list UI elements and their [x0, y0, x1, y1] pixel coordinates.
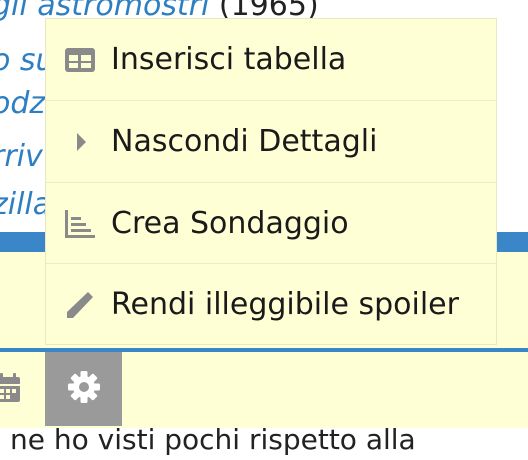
post-link[interactable]: zilla: [0, 187, 51, 222]
gear-button[interactable]: [45, 352, 122, 426]
menu-item-label: Nascondi Dettagli: [111, 124, 378, 159]
menu-item-create-poll[interactable]: Crea Sondaggio: [46, 182, 496, 264]
menu-item-hide-details[interactable]: Nascondi Dettagli: [46, 100, 496, 182]
post-link[interactable]: rriv: [0, 139, 43, 174]
chart-icon: [62, 206, 98, 242]
menu-item-label: Inserisci tabella: [111, 42, 347, 77]
pencil-icon: [62, 287, 98, 323]
caret-right-icon: [62, 124, 98, 160]
menu-item-spoiler[interactable]: Rendi illeggibile spoiler: [46, 263, 496, 345]
post-line: zilla: [0, 185, 51, 225]
post-link[interactable]: odz: [0, 86, 45, 121]
calendar-icon[interactable]: [0, 372, 22, 404]
post-body-text: ne ho visti pochi rispetto alla: [10, 423, 416, 456]
menu-item-label: Rendi illeggibile spoiler: [111, 287, 459, 322]
table-icon: [62, 42, 98, 78]
editor-toolbar: [0, 352, 528, 428]
menu-item-insert-table[interactable]: Inserisci tabella: [46, 19, 496, 100]
post-line: odz: [0, 84, 45, 124]
menu-item-label: Crea Sondaggio: [111, 206, 349, 241]
post-line: rriv: [0, 137, 43, 177]
gear-icon: [67, 370, 101, 408]
insert-menu: Inserisci tabella Nascondi Dettagli Crea…: [45, 18, 497, 345]
